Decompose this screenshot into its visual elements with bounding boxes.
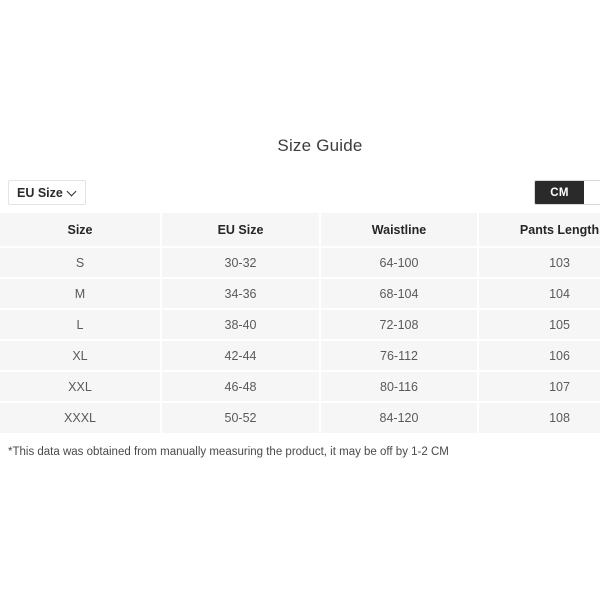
size-table-container: Size EU Size Waistline Pants Length S 30… [0,213,600,433]
table-row: M 34-36 68-104 104 [0,278,600,310]
size-table: Size EU Size Waistline Pants Length S 30… [0,213,600,433]
table-row: L 38-40 72-108 105 [0,309,600,341]
column-header-waistline: Waistline [320,213,479,248]
cell-eu-size: 50-52 [161,402,321,433]
cell-eu-size: 38-40 [161,309,321,341]
cell-pants-length: 107 [478,371,600,403]
cell-waistline: 72-108 [320,309,479,341]
cell-pants-length: 106 [478,340,600,372]
cell-size: S [0,247,162,279]
column-header-size: Size [0,213,162,248]
unit-toggle-in[interactable]: IN [584,181,600,204]
table-row: XL 42-44 76-112 106 [0,340,600,372]
cell-size: XL [0,340,162,372]
controls-row: EU Size CM IN [0,180,600,206]
size-system-select-label: EU Size [17,185,63,200]
measurement-disclaimer: *This data was obtained from manually me… [8,446,449,458]
cell-pants-length: 105 [478,309,600,341]
chevron-down-icon [68,187,77,196]
cell-waistline: 84-120 [320,402,479,433]
cell-pants-length: 104 [478,278,600,310]
table-row: S 30-32 64-100 103 [0,247,600,279]
column-header-eu-size: EU Size [161,213,321,248]
cell-eu-size: 46-48 [161,371,321,403]
table-header-row: Size EU Size Waistline Pants Length [0,213,600,248]
cell-eu-size: 34-36 [161,278,321,310]
unit-toggle-group[interactable]: CM IN [534,180,600,205]
cell-waistline: 76-112 [320,340,479,372]
cell-pants-length: 103 [478,247,600,279]
table-row: XXXL 50-52 84-120 108 [0,402,600,433]
cell-eu-size: 42-44 [161,340,321,372]
cell-waistline: 64-100 [320,247,479,279]
cell-waistline: 80-116 [320,371,479,403]
unit-toggle-cm[interactable]: CM [535,181,584,204]
cell-waistline: 68-104 [320,278,479,310]
cell-pants-length: 108 [478,402,600,433]
size-guide-page: Size Guide EU Size CM IN Size EU Size Wa… [0,0,600,600]
page-title: Size Guide [277,136,363,155]
cell-size: L [0,309,162,341]
size-system-select[interactable]: EU Size [8,180,86,205]
table-row: XXL 46-48 80-116 107 [0,371,600,403]
cell-eu-size: 30-32 [161,247,321,279]
cell-size: XXL [0,371,162,403]
column-header-pants-length: Pants Length [478,213,600,248]
cell-size: M [0,278,162,310]
cell-size: XXXL [0,402,162,433]
